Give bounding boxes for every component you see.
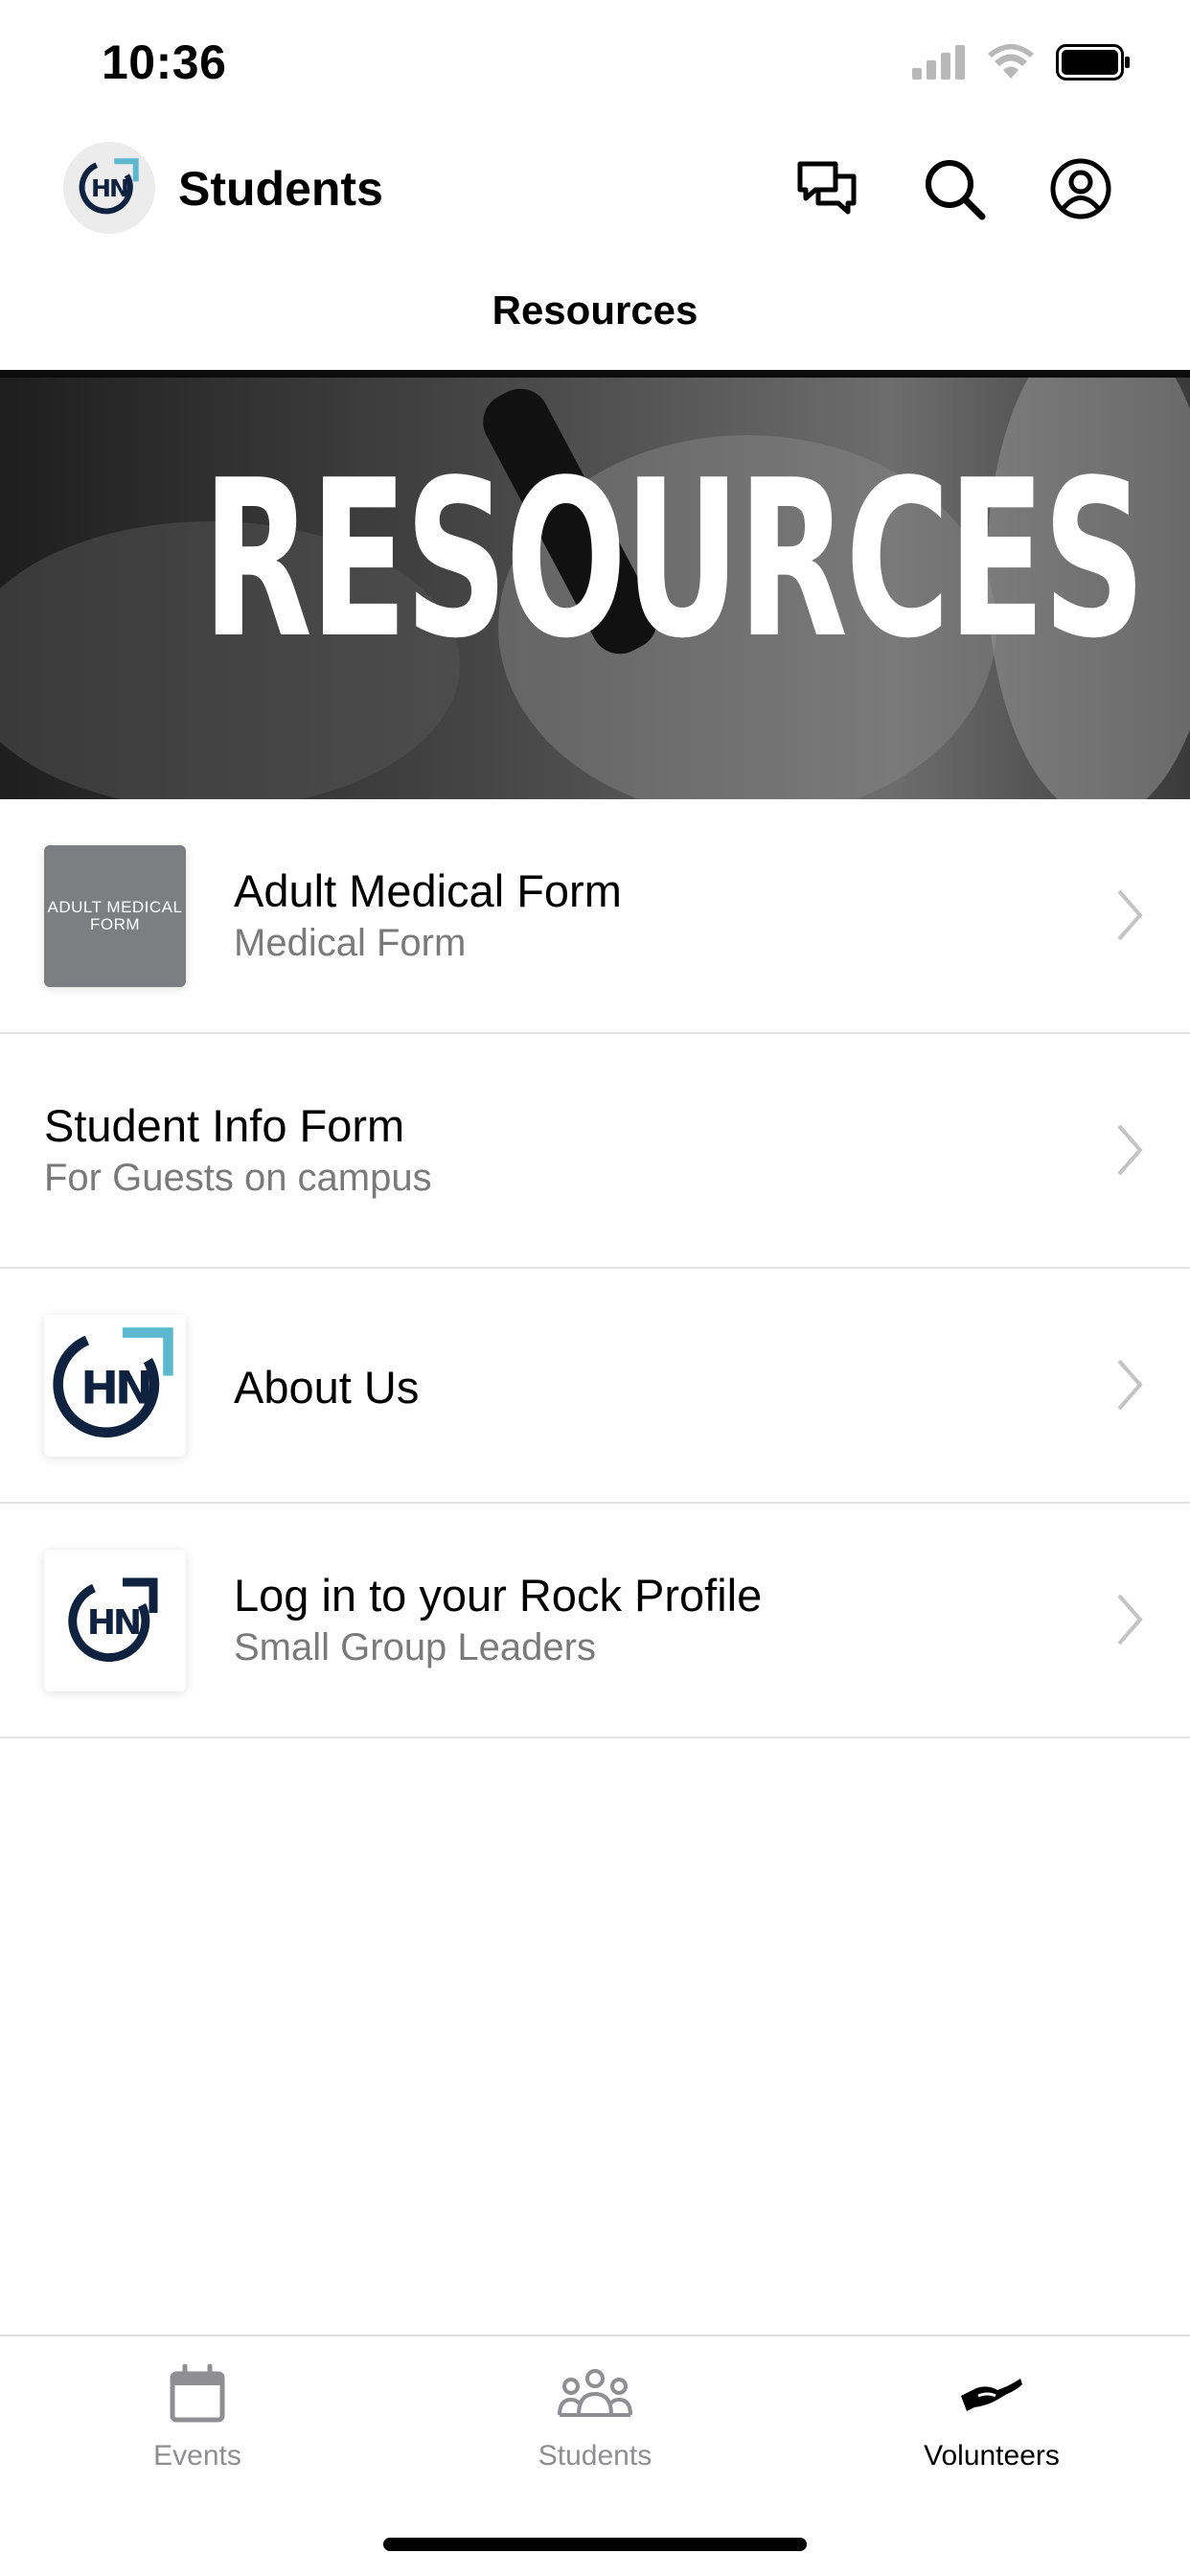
item-title: Student Info Form bbox=[44, 1100, 405, 1151]
list-item-student-info-form[interactable]: Student Info Form For Guests on campus bbox=[0, 1034, 1190, 1269]
hero-title: RESOURCES bbox=[202, 434, 1146, 686]
logo-text: HN bbox=[91, 174, 127, 202]
group-icon bbox=[558, 2369, 632, 2417]
item-title: About Us bbox=[234, 1362, 420, 1413]
wifi-icon bbox=[988, 44, 1034, 79]
chevron-right-icon bbox=[1117, 1359, 1143, 1411]
item-subtitle: Small Group Leaders bbox=[234, 1626, 596, 1668]
cellular-signal-icon bbox=[912, 45, 965, 80]
hn-logo-icon: HN bbox=[53, 1327, 173, 1438]
rock-profile-thumbnail: HN bbox=[44, 1550, 186, 1691]
hn-logo-icon: HN bbox=[68, 1577, 158, 1663]
helping-hand-icon bbox=[961, 2379, 1022, 2411]
status-bar: 10:36 bbox=[0, 0, 1190, 130]
tab-label: Events bbox=[153, 2440, 241, 2472]
app-header: HN Students bbox=[0, 134, 1190, 249]
tab-label: Students bbox=[538, 2440, 652, 2472]
list-item-about-us[interactable]: HN About Us bbox=[0, 1269, 1190, 1504]
chat-icon bbox=[797, 161, 857, 215]
profile-icon bbox=[1050, 158, 1111, 219]
item-title: Log in to your Rock Profile bbox=[234, 1570, 763, 1621]
list-item-rock-profile[interactable]: HN Log in to your Rock Profile Small Gro… bbox=[0, 1504, 1190, 1738]
status-icons bbox=[912, 44, 1131, 80]
hero-banner: RESOURCES bbox=[0, 370, 1190, 799]
list-item-adult-medical-form[interactable]: ADULT MEDICAL FORM Adult Medical Form Me… bbox=[0, 799, 1190, 1034]
search-icon bbox=[926, 160, 986, 220]
tab-students[interactable]: Students bbox=[480, 2356, 710, 2472]
app-logo[interactable]: HN bbox=[63, 142, 155, 234]
tab-label: Volunteers bbox=[924, 2440, 1060, 2472]
tab-events[interactable]: Events bbox=[82, 2356, 312, 2472]
chevron-right-icon bbox=[1117, 889, 1143, 941]
status-time: 10:36 bbox=[102, 35, 227, 89]
profile-button[interactable] bbox=[1047, 155, 1114, 222]
page-title: Resources bbox=[492, 288, 698, 333]
logo-text: HN bbox=[80, 1362, 149, 1414]
chevron-right-icon bbox=[1117, 1594, 1143, 1645]
home-indicator[interactable] bbox=[383, 2538, 807, 2551]
logo-text: HN bbox=[87, 1603, 139, 1643]
hn-logo-icon: HN bbox=[79, 158, 139, 215]
chevron-right-icon bbox=[1117, 1124, 1143, 1176]
thumbnail-caption: ADULT MEDICAL FORM bbox=[47, 898, 183, 933]
item-subtitle: Medical Form bbox=[234, 922, 467, 964]
resource-list: ADULT MEDICAL FORM Adult Medical Form Me… bbox=[0, 799, 1190, 1738]
battery-icon bbox=[1056, 44, 1130, 80]
item-title: Adult Medical Form bbox=[234, 865, 622, 916]
item-subtitle: For Guests on campus bbox=[44, 1157, 432, 1199]
search-button[interactable] bbox=[921, 155, 988, 222]
adult-medical-form-thumbnail: ADULT MEDICAL FORM bbox=[44, 845, 186, 987]
about-us-thumbnail: HN bbox=[44, 1315, 186, 1457]
messages-button[interactable] bbox=[793, 155, 860, 222]
app-title: Students bbox=[178, 162, 383, 216]
calendar-icon bbox=[170, 2364, 225, 2423]
tab-volunteers[interactable]: Volunteers bbox=[877, 2356, 1107, 2472]
